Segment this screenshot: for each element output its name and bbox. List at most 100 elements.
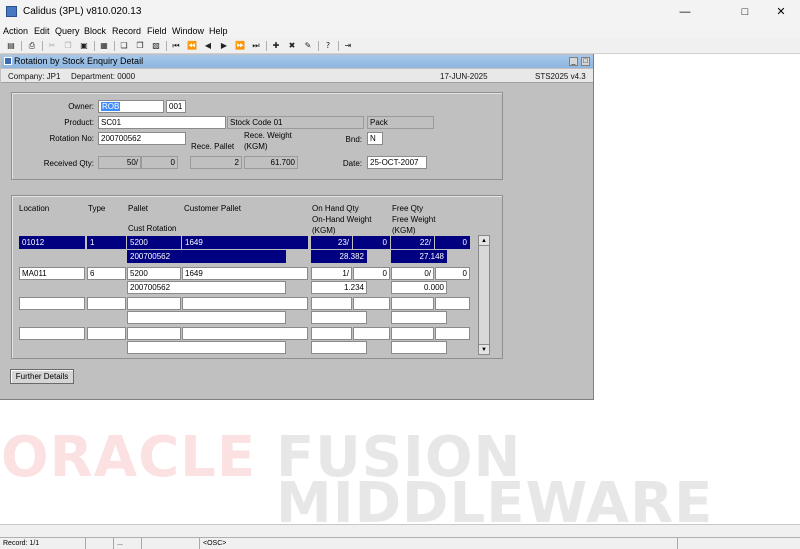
pack-field: Pack [367,116,434,129]
row4-free-weight[interactable] [391,341,447,354]
cancel-query-icon[interactable]: ▧ [150,40,162,52]
row1-on-hand-weight[interactable]: 28.382 [311,250,367,263]
toolbar-separator [318,41,319,51]
row4-cust-rotation[interactable] [127,341,286,354]
delete-record-icon[interactable]: ✖ [286,40,298,52]
row1-location[interactable]: 01012 [19,236,85,249]
scroll-down-arrow-icon[interactable]: ▼ [479,344,489,354]
row2-on-hand-qty[interactable]: 1/ [311,267,352,280]
execute-query-icon[interactable]: ❐ [134,40,146,52]
received-qty-field: 50/ [98,156,141,169]
product-field[interactable]: SC01 [98,116,226,129]
toolbar: ▤ ⎙ ✂ ❐ ▣ ▦ ❏ ❐ ▧ ⏮ ⏪ ◀ ▶ ⏩ ⏭ ✚ ✖ ✎ ? ⇥ [0,38,800,54]
row4-free-qty[interactable] [391,327,434,340]
previous-record-icon[interactable]: ◀ [202,40,214,52]
row3-free-qty[interactable] [391,297,434,310]
cut-icon[interactable]: ✂ [46,40,58,52]
company-label: Company: JP1 [8,72,61,81]
save-icon[interactable]: ▤ [5,40,17,52]
print-icon[interactable]: ⎙ [26,40,38,52]
row3-pallet[interactable] [127,297,181,310]
last-record-icon[interactable]: ⏭ [250,40,262,52]
row2-customer-pallet[interactable]: 1649 [182,267,308,280]
row1-on-hand-qty[interactable]: 23/ [311,236,352,249]
row1-on-hand-qty-secondary[interactable]: 0 [353,236,390,249]
next-record-icon[interactable]: ▶ [218,40,230,52]
owner-field[interactable]: ROB [98,100,164,113]
further-details-button[interactable]: Further Details [10,369,74,384]
menu-query[interactable]: Query [55,26,80,36]
menu-edit[interactable]: Edit [34,26,50,36]
row3-on-hand-qty-secondary[interactable] [353,297,390,310]
row1-free-qty-secondary[interactable]: 0 [435,236,470,249]
enter-query-icon[interactable]: ❏ [118,40,130,52]
date-label: Date: [342,159,362,168]
row3-on-hand-qty[interactable] [311,297,352,310]
row3-cust-rotation[interactable] [127,311,286,324]
menu-help[interactable]: Help [209,26,228,36]
scroll-up-arrow-icon[interactable]: ▲ [479,236,489,246]
owner-code-field[interactable]: 001 [166,100,186,113]
row2-cust-rotation[interactable]: 200700562 [127,281,286,294]
minimize-button[interactable]: — [662,0,708,24]
grid-scrollbar[interactable]: ▲ ▼ [478,235,490,355]
row4-on-hand-qty-secondary[interactable] [353,327,390,340]
help-icon[interactable]: ? [322,40,334,52]
rece-pallet-label: Rece. Pallet [191,142,235,151]
bnd-field[interactable]: N [367,132,383,145]
lock-record-icon[interactable]: ✎ [302,40,314,52]
close-button[interactable]: ✕ [758,0,800,24]
row1-pallet[interactable]: 5200 [127,236,181,249]
row2-on-hand-weight[interactable]: 1.234 [311,281,367,294]
row3-type[interactable] [87,297,126,310]
menu-field[interactable]: Field [147,26,167,36]
toolbar-separator [114,41,115,51]
row3-location[interactable] [19,297,85,310]
row1-cust-rotation[interactable]: 200700562 [127,250,286,263]
row4-type[interactable] [87,327,126,340]
row4-free-qty-secondary[interactable] [435,327,470,340]
row2-free-qty[interactable]: 0/ [391,267,434,280]
col-pallet-header: Pallet [128,204,149,213]
menu-block[interactable]: Block [84,26,106,36]
row1-type[interactable]: 1 [87,236,126,249]
toolbar-separator [266,41,267,51]
row4-pallet[interactable] [127,327,181,340]
row4-location[interactable] [19,327,85,340]
col-on-hand-qty-header: On Hand Qty [312,204,359,213]
copy-icon[interactable]: ❐ [62,40,74,52]
row2-free-weight[interactable]: 0.000 [391,281,447,294]
row4-on-hand-qty[interactable] [311,327,352,340]
status-dots: ... [114,538,142,549]
paste-icon[interactable]: ▣ [78,40,90,52]
form-maximize-button[interactable]: □ [581,57,590,66]
menu-record[interactable]: Record [112,26,141,36]
row2-on-hand-qty-secondary[interactable]: 0 [353,267,390,280]
status-box-empty [678,538,800,549]
row2-pallet[interactable]: 5200 [127,267,181,280]
row1-free-qty[interactable]: 22/ [391,236,434,249]
exit-icon[interactable]: ⇥ [342,40,354,52]
form-minimize-button[interactable]: _ [569,57,578,66]
menu-window[interactable]: Window [172,26,204,36]
row3-free-weight[interactable] [391,311,447,324]
row2-free-qty-secondary[interactable]: 0 [435,267,470,280]
row2-type[interactable]: 6 [87,267,126,280]
row3-on-hand-weight[interactable] [311,311,367,324]
clear-form-icon[interactable]: ▦ [98,40,110,52]
rotation-no-field[interactable]: 200700562 [98,132,186,145]
row3-free-qty-secondary[interactable] [435,297,470,310]
row3-customer-pallet[interactable] [182,297,308,310]
row4-customer-pallet[interactable] [182,327,308,340]
row2-location[interactable]: MA011 [19,267,85,280]
first-record-icon[interactable]: ⏮ [170,40,182,52]
next-block-icon[interactable]: ⏩ [234,40,246,52]
previous-block-icon[interactable]: ⏪ [186,40,198,52]
rotation-no-label: Rotation No: [49,134,94,143]
row1-free-weight[interactable]: 27.148 [391,250,447,263]
menu-action[interactable]: Action [3,26,28,36]
row4-on-hand-weight[interactable] [311,341,367,354]
row1-customer-pallet[interactable]: 1649 [182,236,308,249]
insert-record-icon[interactable]: ✚ [270,40,282,52]
received-date-field[interactable]: 25-OCT-2007 [367,156,427,169]
